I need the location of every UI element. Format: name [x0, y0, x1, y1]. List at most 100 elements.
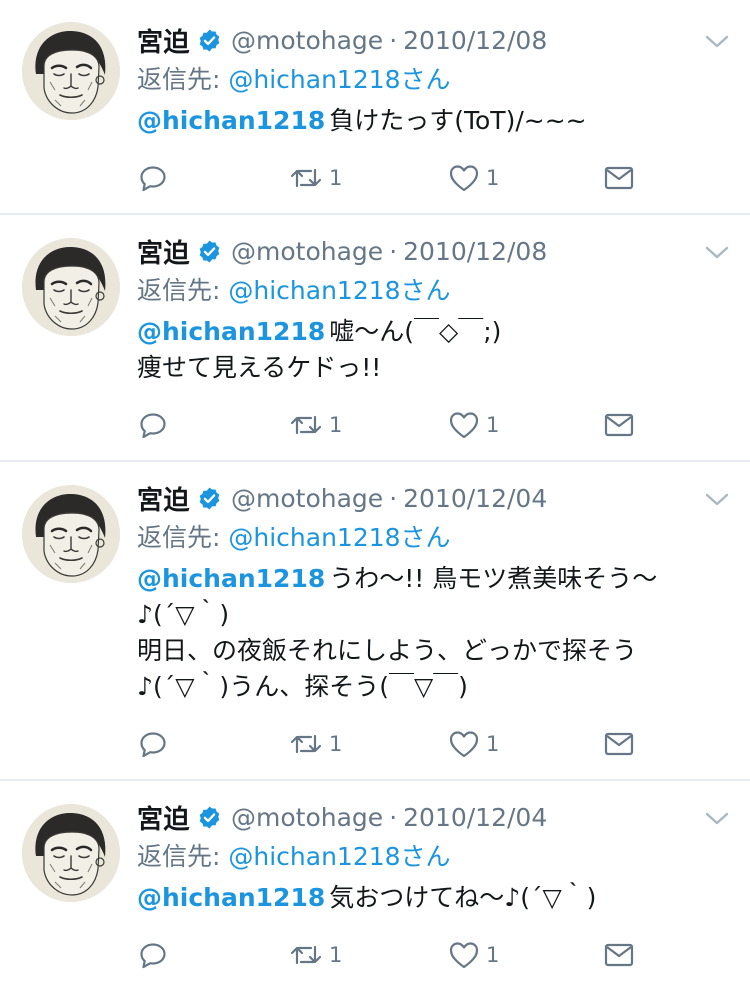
author-name[interactable]: 宮迫 — [137, 233, 190, 270]
reply-context: 返信先: @hichan1218さん — [137, 274, 451, 308]
reply-prefix: 返信先: — [137, 842, 229, 871]
retweet-button[interactable]: 1 — [289, 937, 342, 973]
reply-icon — [137, 162, 169, 194]
reply-to-link[interactable]: @hichan1218さん — [228, 842, 450, 871]
reply-button[interactable] — [137, 160, 169, 196]
tweet-header: 宮迫 @motohage · 2010/12/04 — [137, 480, 547, 517]
separator: · — [389, 483, 398, 513]
retweet-count: 1 — [329, 166, 343, 190]
reply-context: 返信先: @hichan1218さん — [137, 63, 451, 97]
tweet-date[interactable]: 2010/12/08 — [403, 26, 547, 55]
like-icon — [448, 940, 480, 970]
tweet[interactable]: 宮迫 @motohage · 2010/12/04 返信先: @hichan12… — [0, 462, 750, 779]
tweet-line-text: うわ〜!! 鳥モツ煮美味そう〜 — [329, 564, 658, 593]
reply-button[interactable] — [137, 407, 169, 443]
dm-icon — [604, 732, 634, 756]
tweet-text: @hichan1218 嘘〜ん(￣◇￣;) 痩せて見えるケドっ!! — [137, 314, 727, 386]
retweet-count: 1 — [329, 943, 343, 967]
like-icon — [448, 729, 480, 759]
retweet-count: 1 — [329, 413, 343, 437]
tweet-date[interactable]: 2010/12/04 — [403, 803, 547, 832]
avatar[interactable] — [22, 804, 120, 902]
retweet-icon — [289, 411, 323, 439]
retweet-button[interactable]: 1 — [289, 160, 342, 196]
tweet-line: @hichan1218 うわ〜!! 鳥モツ煮美味そう〜 — [137, 561, 727, 597]
chevron-down-icon[interactable] — [703, 33, 731, 51]
author-name[interactable]: 宮迫 — [137, 480, 190, 517]
separator: · — [389, 802, 398, 832]
tweet[interactable]: 宮迫 @motohage · 2010/12/08 返信先: @hichan12… — [0, 215, 750, 460]
retweet-icon — [289, 164, 323, 192]
tweet-date[interactable]: 2010/12/08 — [403, 237, 547, 266]
direct-message-button[interactable] — [604, 160, 634, 196]
reply-context: 返信先: @hichan1218さん — [137, 521, 451, 555]
author-name[interactable]: 宮迫 — [137, 22, 190, 59]
author-handle[interactable]: @motohage — [231, 237, 383, 266]
author-handle[interactable]: @motohage — [231, 484, 383, 513]
like-button[interactable]: 1 — [448, 407, 499, 443]
tweet[interactable]: 宮迫 @motohage · 2010/12/04 返信先: @hichan12… — [0, 781, 750, 997]
verified-badge-icon — [197, 28, 222, 53]
like-icon — [448, 410, 480, 440]
mention-link[interactable]: @hichan1218 — [137, 564, 325, 593]
tweet-line-text: 負けたっす(ToT)/~~~ — [329, 106, 587, 135]
author-handle[interactable]: @motohage — [231, 26, 383, 55]
reply-icon — [137, 728, 169, 760]
direct-message-button[interactable] — [604, 937, 634, 973]
dm-icon — [604, 943, 634, 967]
dm-icon — [604, 413, 634, 437]
reply-button[interactable] — [137, 937, 169, 973]
like-button[interactable]: 1 — [448, 160, 499, 196]
reply-prefix: 返信先: — [137, 65, 229, 94]
avatar[interactable] — [22, 238, 120, 336]
reply-to-link[interactable]: @hichan1218さん — [228, 276, 450, 305]
tweet-text: @hichan1218 うわ〜!! 鳥モツ煮美味そう〜 ♪(´▽｀) 明日、の夜飯… — [137, 561, 727, 705]
mention-link[interactable]: @hichan1218 — [137, 106, 325, 135]
mention-link[interactable]: @hichan1218 — [137, 317, 325, 346]
reply-button[interactable] — [137, 726, 169, 762]
dm-icon — [604, 166, 634, 190]
avatar[interactable] — [22, 22, 120, 120]
tweet-line-text: 嘘〜ん(￣◇￣;) — [329, 317, 502, 346]
tweet-text: @hichan1218 気おつけてね〜♪(´▽｀) — [137, 880, 727, 916]
reply-icon — [137, 409, 169, 441]
tweet-line: @hichan1218 嘘〜ん(￣◇￣;) — [137, 314, 727, 350]
separator: · — [389, 25, 398, 55]
retweet-button[interactable]: 1 — [289, 407, 342, 443]
chevron-down-icon[interactable] — [703, 810, 731, 828]
author-name[interactable]: 宮迫 — [137, 799, 190, 836]
like-button[interactable]: 1 — [448, 726, 499, 762]
verified-badge-icon — [197, 486, 222, 511]
like-count: 1 — [486, 166, 500, 190]
separator: · — [389, 236, 398, 266]
reply-to-link[interactable]: @hichan1218さん — [228, 65, 450, 94]
tweet-line: ♪(´▽｀) — [137, 600, 230, 629]
tweet-text: @hichan1218 負けたっす(ToT)/~~~ — [137, 103, 727, 139]
author-handle[interactable]: @motohage — [231, 803, 383, 832]
chevron-down-icon[interactable] — [703, 244, 731, 262]
mention-link[interactable]: @hichan1218 — [137, 883, 325, 912]
tweet-header: 宮迫 @motohage · 2010/12/04 — [137, 799, 547, 836]
chevron-down-icon[interactable] — [703, 491, 731, 509]
tweet-date[interactable]: 2010/12/04 — [403, 484, 547, 513]
like-button[interactable]: 1 — [448, 937, 499, 973]
tweet-line: 明日、の夜飯それにしよう、どっかで探そう — [137, 636, 638, 665]
tweet-line: ♪(´▽｀)うん、探そう(￣▽￣) — [137, 672, 468, 701]
retweet-count: 1 — [329, 732, 343, 756]
retweet-button[interactable]: 1 — [289, 726, 342, 762]
direct-message-button[interactable] — [604, 407, 634, 443]
tweet[interactable]: 宮迫 @motohage · 2010/12/08 返信先: @hichan12… — [0, 0, 750, 213]
tweet-line: 痩せて見えるケドっ!! — [137, 353, 382, 382]
tweet-header: 宮迫 @motohage · 2010/12/08 — [137, 22, 547, 59]
avatar-portrait — [22, 238, 120, 336]
tweet-line-text: 気おつけてね〜♪(´▽｀) — [329, 883, 597, 912]
reply-to-link[interactable]: @hichan1218さん — [228, 523, 450, 552]
retweet-icon — [289, 941, 323, 969]
verified-badge-icon — [197, 239, 222, 264]
reply-icon — [137, 939, 169, 971]
reply-prefix: 返信先: — [137, 276, 229, 305]
like-count: 1 — [486, 413, 500, 437]
verified-badge-icon — [197, 805, 222, 830]
direct-message-button[interactable] — [604, 726, 634, 762]
avatar[interactable] — [22, 485, 120, 583]
